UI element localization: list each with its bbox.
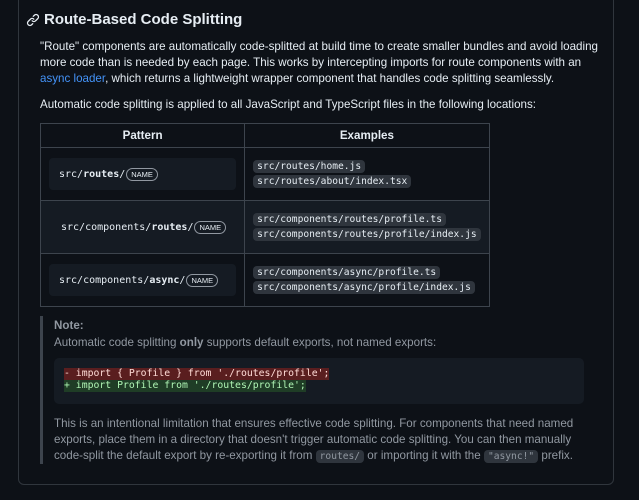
intro-text-after: , which returns a lightweight wrapper co… — [105, 72, 555, 85]
diff-code-block[interactable]: - import { Profile } from './routes/prof… — [54, 358, 584, 404]
name-badge: NAME — [126, 167, 158, 181]
example-path: src/routes/about/index.tsx — [253, 175, 412, 188]
note-intro: Automatic code splitting only supports d… — [54, 336, 437, 349]
examples-header: Examples — [244, 123, 490, 148]
table-row: src/components/routes / NAME src/component… — [39, 200, 490, 254]
link-icon[interactable] — [26, 13, 40, 27]
note-title: Note: — [54, 319, 84, 332]
locations-paragraph: Automatic code splitting is applied to a… — [40, 98, 537, 111]
example-path: src/components/routes/profile.ts — [253, 213, 446, 226]
pattern-header: Pattern — [39, 123, 246, 148]
section-heading: Route-Based Code Splitting — [26, 11, 242, 28]
inline-code-routes: routes/ — [315, 450, 365, 463]
patterns-table: Pattern Examples src/routes / NAME src/rou… — [39, 123, 490, 307]
inline-code-async: "async!" — [483, 450, 539, 463]
pattern-code: src/components/routes / NAME — [49, 211, 236, 243]
section-title: Route-Based Code Splitting — [44, 11, 243, 28]
diff-added-line: + import Profile from './routes/profile'… — [64, 380, 306, 392]
table-row: src/routes / NAME src/routes/home.js src/r… — [39, 147, 490, 201]
name-badge: NAME — [186, 273, 219, 287]
note-body: This is an intentional limitation that e… — [54, 417, 574, 463]
example-path: src/components/routes/profile/index.js — [253, 228, 481, 241]
intro-paragraph: "Route" components are automatically cod… — [40, 39, 600, 87]
pattern-code: src/routes / NAME — [49, 158, 237, 190]
example-path: src/routes/home.js — [253, 160, 366, 173]
async-loader-link[interactable]: async loader — [40, 72, 105, 85]
note-blockquote: Note: Automatic code splitting only supp… — [40, 316, 600, 464]
name-badge: NAME — [194, 220, 227, 234]
table-row: src/components/async / NAME src/components… — [39, 253, 490, 307]
example-path: src/components/async/profile.ts — [253, 266, 441, 279]
example-path: src/components/async/profile/index.js — [253, 281, 475, 294]
intro-text-before: "Route" components are automatically cod… — [40, 40, 598, 69]
pattern-code: src/components/async / NAME — [49, 264, 237, 296]
diff-removed-line: - import { Profile } from './routes/prof… — [64, 368, 330, 380]
